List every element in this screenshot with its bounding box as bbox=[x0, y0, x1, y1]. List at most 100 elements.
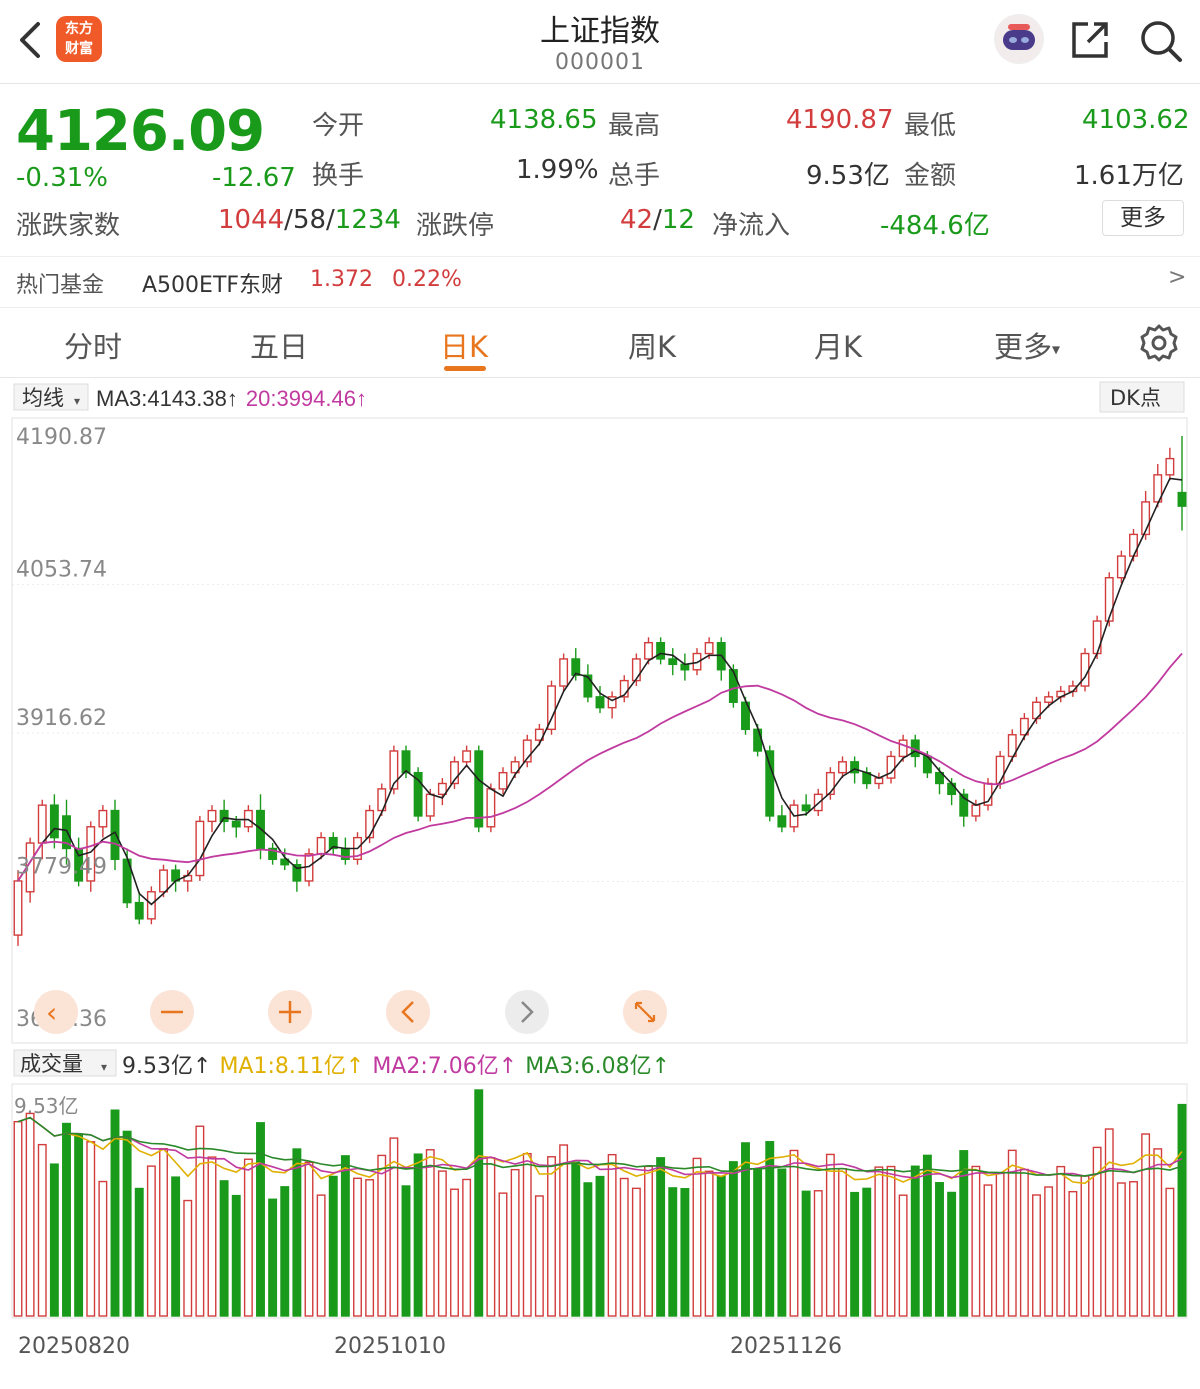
tab-weekly-k[interactable]: 周K bbox=[628, 324, 676, 366]
kline-chart[interactable]: 均线 ▾ MA3:4143.38↑ 20:3994.46↑ DK点 4190.87… bbox=[0, 378, 1200, 1389]
more-button[interactable]: 更多 bbox=[1102, 200, 1184, 236]
candle-body bbox=[644, 641, 653, 660]
caret-down-icon: ▾ bbox=[74, 394, 80, 408]
volume-bar bbox=[183, 1199, 193, 1317]
caret-down-icon: ▾ bbox=[101, 1060, 107, 1074]
volume-bar bbox=[437, 1170, 447, 1317]
tab-daily-k[interactable]: 日K bbox=[440, 324, 488, 366]
volume-bar bbox=[243, 1158, 253, 1317]
volume-bar bbox=[146, 1165, 156, 1317]
candle-body bbox=[898, 739, 908, 758]
candle-body bbox=[401, 750, 411, 774]
hot-fund-pct: 0.22% bbox=[392, 267, 462, 292]
ma3-value: MA3:4143.38↑ 20:3994.46↑ bbox=[96, 386, 367, 411]
candle-body bbox=[13, 880, 23, 936]
volume-axis-top: 9.53亿 bbox=[14, 1094, 79, 1118]
amount-label: 金额 bbox=[904, 161, 957, 191]
volume-bar bbox=[450, 1188, 459, 1317]
volume-bar bbox=[195, 1125, 205, 1317]
volume-bar bbox=[789, 1149, 799, 1317]
scroll-right-button[interactable] bbox=[505, 990, 549, 1034]
candle-body bbox=[110, 809, 120, 860]
candle-body bbox=[728, 669, 738, 703]
tab-more[interactable]: 更多▾ bbox=[994, 324, 1060, 366]
turnover-value: 1.99% bbox=[516, 155, 599, 185]
candle-body bbox=[134, 901, 144, 920]
price-axis-label: 4190.87 bbox=[16, 425, 107, 450]
volume-bar bbox=[304, 1161, 314, 1317]
price-axis-labels: 4190.874053.743916.623779.493642.36 bbox=[16, 425, 107, 1032]
volume-bar bbox=[813, 1190, 823, 1317]
volume-bar bbox=[995, 1172, 1005, 1317]
candle-body bbox=[595, 696, 605, 709]
candle-body bbox=[753, 728, 763, 752]
volume-bar bbox=[680, 1188, 690, 1317]
gear-icon[interactable] bbox=[1138, 322, 1180, 364]
chart-controls: ‹ bbox=[34, 990, 667, 1034]
price-axis-label: 3779.49 bbox=[16, 855, 107, 880]
volume-bar bbox=[134, 1187, 144, 1317]
candle-body bbox=[365, 809, 375, 839]
price-grid bbox=[12, 584, 1187, 882]
candle-body bbox=[656, 641, 666, 660]
candle-body bbox=[947, 782, 957, 796]
volume-bar bbox=[413, 1153, 423, 1317]
volume-bar bbox=[292, 1148, 302, 1317]
hot-fund-name: A500ETF东财 bbox=[142, 273, 284, 298]
open-value: 4138.65 bbox=[490, 105, 598, 135]
volume-bar bbox=[328, 1175, 338, 1317]
volume-bar bbox=[898, 1194, 908, 1317]
hot-fund-label: 热门基金 bbox=[16, 273, 105, 298]
candle-body bbox=[801, 804, 811, 812]
scroll-left-button[interactable] bbox=[386, 990, 430, 1034]
volume-bar bbox=[1177, 1103, 1187, 1317]
price-axis-label: 4053.74 bbox=[16, 558, 107, 583]
volume-bar bbox=[74, 1134, 84, 1317]
volume-bar bbox=[280, 1186, 290, 1317]
search-icon[interactable] bbox=[1138, 18, 1184, 64]
volume-bar bbox=[971, 1165, 981, 1317]
volume-ma-values: 9.53亿↑ MA1:8.11亿↑ MA2:7.06亿↑ MA3:6.08亿↑ bbox=[122, 1054, 670, 1079]
share-icon[interactable] bbox=[1068, 18, 1112, 62]
price-axis-label: 3916.62 bbox=[16, 706, 107, 731]
hot-fund-row[interactable]: 热门基金 A500ETF东财 1.372 0.22% > bbox=[0, 256, 1200, 308]
candle-body bbox=[98, 809, 108, 828]
volume-bar bbox=[25, 1112, 35, 1317]
volume-bar bbox=[1080, 1175, 1090, 1317]
candle-body bbox=[704, 641, 714, 655]
volume-bar bbox=[37, 1143, 47, 1317]
volume-bar bbox=[692, 1157, 702, 1317]
volume-bars-layer bbox=[13, 1089, 1187, 1317]
candle-body bbox=[583, 674, 593, 698]
volume-bar bbox=[425, 1149, 435, 1317]
volume-bar bbox=[389, 1137, 399, 1317]
caret-down-icon: ▾ bbox=[1052, 339, 1061, 359]
candle-body bbox=[1129, 533, 1138, 557]
tab-five-day[interactable]: 五日 bbox=[250, 324, 308, 366]
assistant-robot-icon[interactable] bbox=[994, 14, 1044, 64]
volume-bar bbox=[631, 1187, 641, 1317]
tab-intraday[interactable]: 分时 bbox=[64, 324, 122, 366]
candle-body bbox=[462, 750, 472, 763]
candle-body bbox=[219, 809, 229, 823]
candle-body bbox=[1104, 577, 1114, 622]
tab-monthly-k[interactable]: 月K bbox=[814, 324, 862, 366]
volume-bar bbox=[1104, 1128, 1114, 1317]
candle-body bbox=[195, 820, 205, 877]
volume-bar bbox=[656, 1157, 666, 1317]
candle-body bbox=[838, 761, 847, 774]
volume-bar bbox=[256, 1122, 265, 1317]
volume-bar bbox=[886, 1165, 896, 1317]
candle-body bbox=[668, 658, 678, 666]
candle-body bbox=[498, 771, 508, 790]
volume-bar bbox=[1129, 1181, 1138, 1317]
volume-bar bbox=[1044, 1186, 1054, 1317]
netflow-label: 净流入 bbox=[712, 211, 791, 241]
limit-values: 42/12 bbox=[620, 205, 695, 235]
volume-bar bbox=[619, 1177, 629, 1317]
volume-bar bbox=[86, 1141, 96, 1317]
volume-ma3-line bbox=[17, 1116, 1183, 1177]
volume-bar bbox=[1153, 1148, 1163, 1317]
volume-bar bbox=[777, 1168, 787, 1317]
date-axis: 20250820 20251010 20251126 bbox=[18, 1334, 842, 1359]
